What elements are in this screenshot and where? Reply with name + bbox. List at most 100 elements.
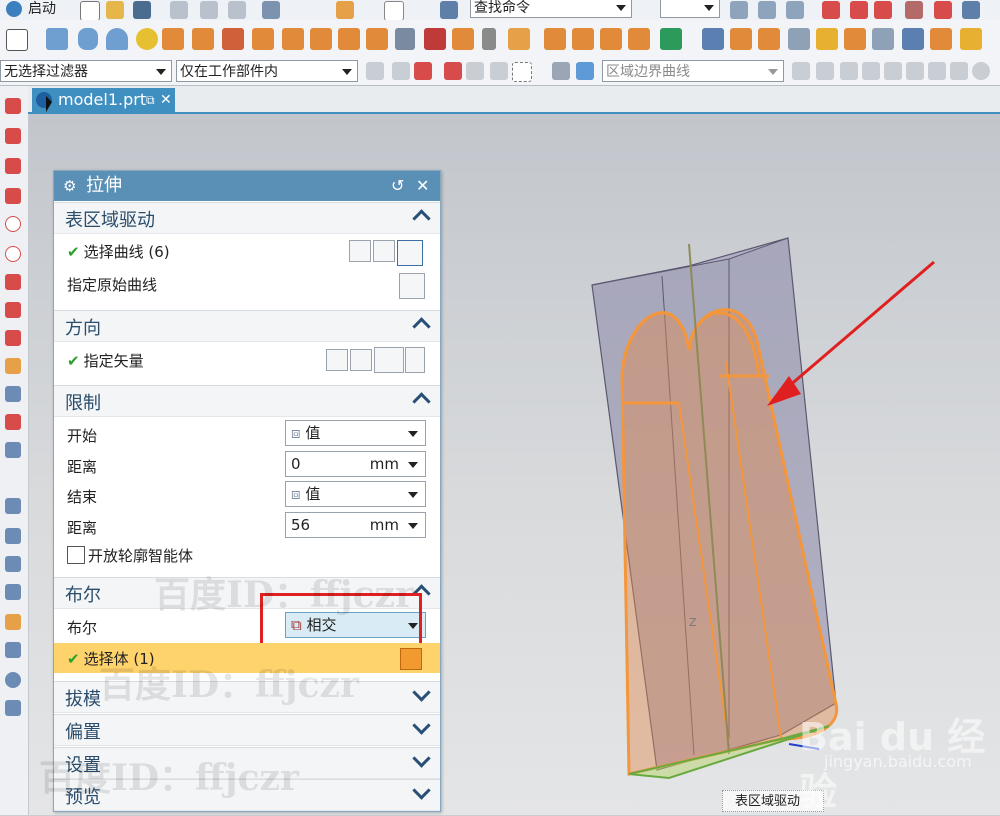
cut-icon[interactable]: [170, 1, 188, 19]
pin-icon[interactable]: ⧉: [146, 88, 155, 112]
extrude-icon[interactable]: [162, 28, 184, 50]
open-folder-icon[interactable]: [106, 1, 124, 19]
emboss-icon[interactable]: [960, 28, 982, 50]
mesh-icon[interactable]: [5, 556, 21, 572]
pocket-icon[interactable]: [310, 28, 332, 50]
divide-curve-icon[interactable]: [5, 442, 21, 458]
save-icon[interactable]: [133, 1, 151, 19]
wave-icon[interactable]: [928, 62, 946, 80]
sketch-section-icon[interactable]: [373, 240, 395, 262]
start-menu[interactable]: 启动: [28, 0, 56, 18]
sketch-icon[interactable]: [6, 29, 28, 51]
mirror-icon[interactable]: [628, 28, 650, 50]
trim-curve-icon[interactable]: [5, 414, 21, 430]
blend-icon[interactable]: [758, 28, 780, 50]
copy-icon[interactable]: [200, 1, 218, 19]
pad-icon[interactable]: [338, 28, 360, 50]
patch-icon[interactable]: [930, 28, 952, 50]
paste-icon[interactable]: [228, 1, 246, 19]
project-curve-icon[interactable]: [5, 302, 21, 318]
start-icon[interactable]: [6, 1, 22, 17]
snap-intersect-icon[interactable]: [934, 1, 952, 19]
crosshair-icon[interactable]: [950, 62, 968, 80]
array-icon[interactable]: [572, 28, 594, 50]
view-icon[interactable]: [730, 1, 748, 19]
arc-icon[interactable]: [884, 62, 902, 80]
command-search-input[interactable]: 查找命令: [470, 0, 632, 18]
section-offset-header[interactable]: 偏置: [54, 714, 440, 746]
box-select-icon[interactable]: [512, 62, 532, 82]
line-tool-icon[interactable]: [5, 98, 21, 114]
spline-tool-icon[interactable]: [5, 158, 21, 174]
n-sided-icon[interactable]: [5, 614, 21, 630]
close-icon[interactable]: ✕: [416, 171, 429, 201]
vector-dropdown[interactable]: [405, 347, 425, 373]
section-direction-header[interactable]: 方向: [54, 310, 440, 342]
solid-body-icon[interactable]: [400, 648, 422, 670]
snap-mid-icon[interactable]: [874, 1, 892, 19]
vector-inferred-icon[interactable]: [374, 347, 404, 373]
unite-icon[interactable]: [660, 28, 682, 50]
swept-icon[interactable]: [5, 584, 21, 600]
hole-icon[interactable]: [252, 28, 274, 50]
type-filter-select[interactable]: 无选择过滤器: [0, 60, 172, 82]
bridge-icon[interactable]: [5, 700, 21, 716]
pipe-icon[interactable]: [5, 672, 21, 688]
shade-icon[interactable]: [786, 1, 804, 19]
through-curves-icon[interactable]: [5, 528, 21, 544]
split-icon[interactable]: [872, 28, 894, 50]
snap-point-icon[interactable]: [822, 1, 840, 19]
profile-tool-icon[interactable]: [5, 188, 21, 204]
arc-tool-icon[interactable]: [5, 128, 21, 144]
intersect-curve-icon[interactable]: [5, 330, 21, 346]
groove-icon[interactable]: [424, 28, 446, 50]
end-select[interactable]: ⧈ 值: [285, 481, 426, 507]
body-select-icon[interactable]: [552, 62, 570, 80]
dot-pattern-icon[interactable]: [600, 28, 622, 50]
end-distance-input[interactable]: 56 mm: [285, 512, 426, 538]
sew-icon[interactable]: [902, 28, 924, 50]
pattern-icon[interactable]: [544, 28, 566, 50]
gear-icon[interactable]: ⚙: [63, 171, 76, 201]
thread-icon[interactable]: [452, 28, 474, 50]
filter-icon[interactable]: [366, 62, 384, 80]
command-finder-icon[interactable]: [440, 1, 458, 19]
revolve-icon[interactable]: [192, 28, 214, 50]
face-select-icon[interactable]: [576, 62, 594, 80]
spring-icon[interactable]: [482, 28, 496, 50]
stop-at-intersect-icon[interactable]: [466, 62, 484, 80]
curve-rule-icon[interactable]: [444, 62, 462, 80]
vector-dialog-icon[interactable]: [350, 349, 372, 371]
layer-icon[interactable]: [336, 1, 354, 19]
reverse-direction-icon[interactable]: [326, 349, 348, 371]
curve-select-icon[interactable]: [414, 62, 432, 80]
cylinder-icon[interactable]: [78, 28, 98, 50]
tube-icon[interactable]: [395, 28, 415, 50]
origin-curve-icon[interactable]: [399, 273, 425, 299]
window-icon[interactable]: [384, 1, 404, 21]
offset-face-icon[interactable]: [816, 28, 838, 50]
extension-icon[interactable]: [5, 642, 21, 658]
section-curve-icon[interactable]: [5, 386, 21, 402]
trim-body-icon[interactable]: [508, 28, 530, 50]
draft-icon[interactable]: [788, 28, 810, 50]
surface-icon[interactable]: [5, 498, 21, 514]
start-distance-input[interactable]: 0 mm: [285, 451, 426, 477]
line-icon[interactable]: [840, 62, 858, 80]
shell-icon[interactable]: [702, 28, 724, 50]
arrow-right-icon[interactable]: [792, 62, 810, 80]
inx-icon[interactable]: [222, 28, 244, 50]
reset-icon[interactable]: ↺: [391, 171, 404, 201]
boss-icon[interactable]: [282, 28, 304, 50]
new-file-icon[interactable]: [80, 1, 100, 21]
cone-icon[interactable]: [106, 28, 128, 50]
text-tool-icon[interactable]: [5, 358, 21, 374]
section-limits-header[interactable]: 限制: [54, 385, 440, 417]
slash-icon[interactable]: [862, 62, 880, 80]
snap-end-icon[interactable]: [850, 1, 868, 19]
select-all-icon[interactable]: [392, 62, 410, 80]
section-region-header[interactable]: 表区域驱动: [54, 202, 440, 234]
block-icon[interactable]: [46, 28, 68, 50]
chamfer-icon[interactable]: [730, 28, 752, 50]
circle-icon[interactable]: [972, 62, 990, 80]
